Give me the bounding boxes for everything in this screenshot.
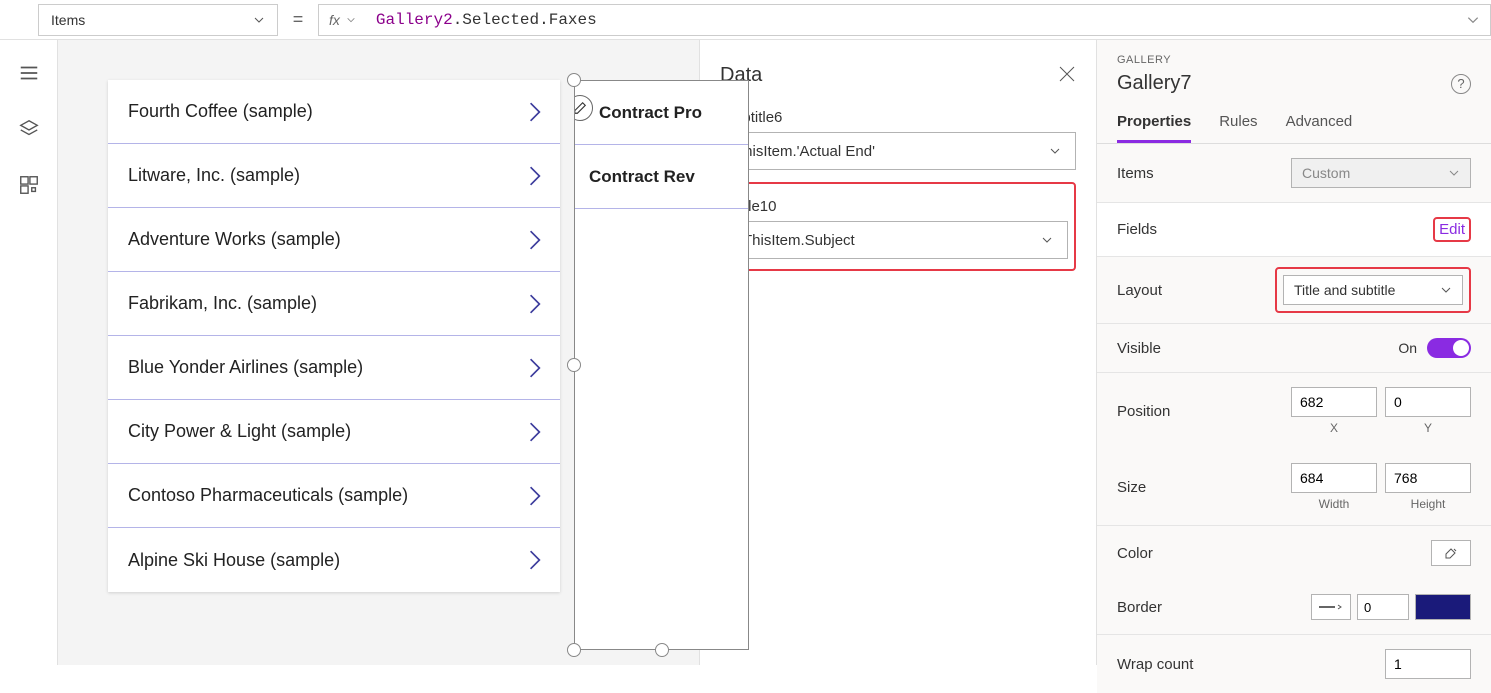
chevron-right-icon [528, 293, 542, 315]
chevron-right-icon [528, 101, 542, 123]
field-label: Title10 [732, 198, 1068, 215]
chevron-right-icon [528, 485, 542, 507]
list-item[interactable]: Adventure Works (sample) [108, 208, 560, 272]
toggle-state-label: On [1398, 340, 1417, 356]
prop-label-position: Position [1117, 403, 1170, 420]
left-rail [0, 40, 58, 665]
formula-token-rest: .Selected.Faxes [453, 11, 597, 29]
formula-token-object: Gallery2 [376, 11, 453, 29]
list-item[interactable]: City Power & Light (sample) [108, 400, 560, 464]
field-label: Subtitle6 [724, 109, 1076, 126]
size-height-input[interactable] [1385, 463, 1471, 493]
chevron-down-icon [1448, 167, 1460, 179]
data-pane: Data Subtitle6 ThisItem.'Actual End' Tit… [699, 40, 1096, 665]
property-dropdown-label: Items [51, 12, 85, 28]
subtitle-binding-dropdown[interactable]: ThisItem.'Actual End' [720, 132, 1076, 170]
line-icon [1319, 603, 1343, 611]
color-picker[interactable] [1431, 540, 1471, 566]
chevron-down-icon [1041, 234, 1053, 246]
help-button[interactable]: ? [1451, 74, 1471, 94]
control-name[interactable]: Gallery7 [1117, 72, 1191, 95]
highlight-annotation: Title10 ThisItem.Subject [720, 182, 1076, 271]
list-item[interactable]: Fourth Coffee (sample) [108, 80, 560, 144]
list-item[interactable]: Litware, Inc. (sample) [108, 144, 560, 208]
close-icon [1058, 65, 1076, 83]
border-style-dropdown[interactable] [1311, 594, 1351, 620]
tab-advanced[interactable]: Advanced [1286, 113, 1353, 143]
resize-handle[interactable] [567, 358, 581, 372]
prop-label-color: Color [1117, 545, 1153, 562]
chevron-down-icon [1440, 284, 1452, 296]
highlight-annotation: Title and subtitle [1275, 267, 1471, 313]
fields-edit-link[interactable]: Edit [1439, 221, 1465, 238]
list-item[interactable]: Contract Rev [575, 145, 748, 209]
control-type-label: GALLERY [1117, 54, 1471, 66]
prop-label-border: Border [1117, 599, 1162, 616]
title-binding-dropdown[interactable]: ThisItem.Subject [728, 221, 1068, 259]
layout-dropdown[interactable]: Title and subtitle [1283, 275, 1463, 305]
prop-label-fields: Fields [1117, 221, 1157, 238]
highlight-annotation: Edit [1433, 217, 1471, 242]
visible-toggle[interactable] [1427, 338, 1471, 358]
chevron-right-icon [528, 549, 542, 571]
chevron-right-icon [528, 229, 542, 251]
layers-icon[interactable] [18, 118, 40, 140]
items-dropdown[interactable]: Custom [1291, 158, 1471, 188]
prop-label-items: Items [1117, 165, 1154, 182]
list-item[interactable]: Fabrikam, Inc. (sample) [108, 272, 560, 336]
chevron-down-icon [253, 14, 265, 26]
resize-handle[interactable] [567, 643, 581, 657]
fx-label: fx [329, 12, 340, 28]
border-width-input[interactable] [1357, 594, 1409, 620]
chevron-down-icon [1049, 145, 1061, 157]
size-width-input[interactable] [1291, 463, 1377, 493]
list-item[interactable]: Blue Yonder Airlines (sample) [108, 336, 560, 400]
list-item[interactable]: Contoso Pharmaceuticals (sample) [108, 464, 560, 528]
position-y-input[interactable] [1385, 387, 1471, 417]
chevron-right-icon [528, 165, 542, 187]
property-dropdown[interactable]: Items [38, 4, 278, 36]
prop-label-layout: Layout [1117, 282, 1162, 299]
edit-template-button[interactable] [575, 95, 593, 121]
prop-label-size: Size [1117, 479, 1146, 496]
chevron-down-icon [346, 15, 356, 25]
tab-properties[interactable]: Properties [1117, 113, 1191, 143]
wrap-count-input[interactable] [1385, 649, 1471, 679]
formula-input[interactable]: Gallery2.Selected.Faxes [366, 4, 1491, 36]
list-item[interactable]: Contract Pro [575, 81, 748, 145]
equals-sign: = [278, 9, 318, 30]
sublabel-width: Width [1291, 497, 1377, 511]
position-x-input[interactable] [1291, 387, 1377, 417]
resize-handle[interactable] [655, 643, 669, 657]
close-button[interactable] [1058, 65, 1076, 86]
hamburger-icon[interactable] [18, 62, 40, 84]
tab-rules[interactable]: Rules [1219, 113, 1257, 143]
fx-button[interactable]: fx [318, 4, 366, 36]
border-color-picker[interactable] [1415, 594, 1471, 620]
canvas[interactable]: Fourth Coffee (sample) Litware, Inc. (sa… [58, 40, 699, 665]
prop-label-visible: Visible [1117, 340, 1161, 357]
list-item[interactable]: Alpine Ski House (sample) [108, 528, 560, 592]
gallery-accounts[interactable]: Fourth Coffee (sample) Litware, Inc. (sa… [108, 80, 560, 592]
pencil-icon [575, 101, 587, 115]
chevron-right-icon [528, 357, 542, 379]
components-icon[interactable] [18, 174, 40, 196]
properties-pane: GALLERY Gallery7 ? Properties Rules Adva… [1096, 40, 1491, 665]
chevron-right-icon [528, 421, 542, 443]
sublabel-x: X [1291, 421, 1377, 435]
paint-icon [1443, 545, 1459, 561]
sublabel-y: Y [1385, 421, 1471, 435]
prop-label-wrap-count: Wrap count [1117, 656, 1193, 673]
chevron-down-icon [1466, 13, 1480, 27]
gallery-selected[interactable]: Contract Pro Contract Rev [574, 80, 749, 650]
sublabel-height: Height [1385, 497, 1471, 511]
